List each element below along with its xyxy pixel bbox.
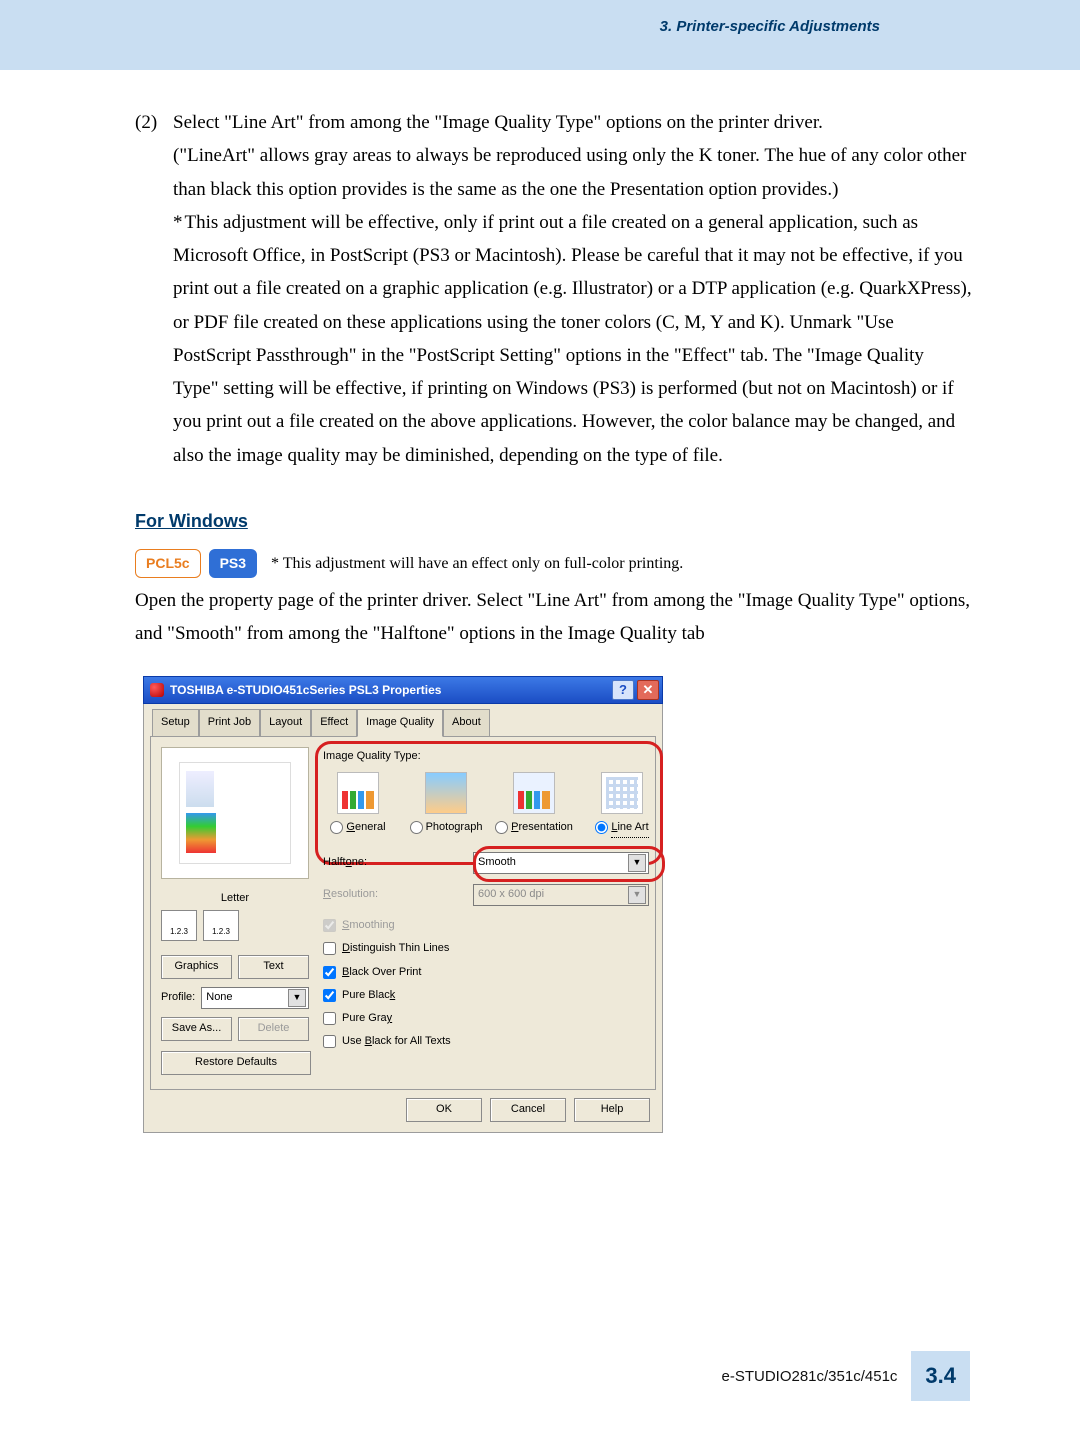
note-block: *This adjustment will be effective, only… xyxy=(173,206,972,472)
page-icon[interactable]: 1.2.3 xyxy=(161,910,197,941)
checkbox-smoothing: Smoothing xyxy=(323,916,657,935)
tab-setup[interactable]: Setup xyxy=(152,709,199,736)
dialog-title: TOSHIBA e-STUDIO451cSeries PSL3 Properti… xyxy=(170,680,612,701)
tab-image-quality[interactable]: Image Quality xyxy=(357,709,443,736)
chip-ps3: PS3 xyxy=(209,549,257,578)
step-block: (2)Select "Line Art" from among the "Ima… xyxy=(135,106,972,472)
properties-dialog: TOSHIBA e-STUDIO451cSeries PSL3 Properti… xyxy=(143,676,663,1133)
delete-button: Delete xyxy=(238,1017,309,1041)
right-column: Image Quality Type: GGeneraleneral Photo… xyxy=(323,747,657,1075)
chevron-down-icon: ▼ xyxy=(628,854,646,872)
left-column: Letter 1.2.3 1.2.3 Graphics Text Profile… xyxy=(161,747,309,1075)
help-button[interactable]: ? xyxy=(612,680,634,700)
image-quality-type-label: Image Quality Type: xyxy=(323,747,657,766)
checkbox-black-over-print[interactable]: Black Over Print xyxy=(323,963,657,982)
dialog-footer: OK Cancel Help xyxy=(150,1090,656,1122)
checkbox-distinguish-thin-lines[interactable]: Distinguish Thin Lines xyxy=(323,939,657,958)
ok-button[interactable]: OK xyxy=(406,1098,482,1122)
restore-defaults-button[interactable]: Restore Defaults xyxy=(161,1051,311,1075)
radio-photograph[interactable]: Photograph xyxy=(410,818,483,837)
instruction-paragraph: Open the property page of the printer dr… xyxy=(135,584,972,651)
footer-page-number: 3.4 xyxy=(911,1351,970,1401)
page-header: 3. Printer-specific Adjustments xyxy=(0,0,1080,70)
iq-photo-icon xyxy=(425,772,467,814)
dialog-body: Setup Print Job Layout Effect Image Qual… xyxy=(143,704,663,1133)
graphics-button[interactable]: Graphics xyxy=(161,955,232,979)
halftone-label: Halftone: xyxy=(323,853,463,872)
profile-combo[interactable]: None ▼ xyxy=(201,987,309,1009)
checkbox-pure-black[interactable]: Pure Black xyxy=(323,986,657,1005)
iq-presentation-icon xyxy=(513,772,555,814)
profile-label: Profile: xyxy=(161,988,195,1007)
paper-icons: 1.2.3 1.2.3 xyxy=(161,910,309,941)
step-text-1: Select "Line Art" from among the "Image … xyxy=(173,112,823,133)
footer-model: e-STUDIO281c/351c/451c xyxy=(721,1368,897,1385)
chip-note: * This adjustment will have an effect on… xyxy=(271,550,683,578)
cancel-button[interactable]: Cancel xyxy=(490,1098,566,1122)
chevron-down-icon: ▼ xyxy=(628,886,646,904)
chips-row: PCL5c PS3 * This adjustment will have an… xyxy=(135,549,972,578)
iq-lineart-icon xyxy=(601,772,643,814)
tab-about[interactable]: About xyxy=(443,709,490,736)
halftone-combo[interactable]: Smooth ▼ xyxy=(473,852,649,874)
profile-value: None xyxy=(206,988,232,1007)
tab-layout[interactable]: Layout xyxy=(260,709,311,736)
for-windows-heading: For Windows xyxy=(135,506,972,538)
halftone-value: Smooth xyxy=(478,853,516,872)
section-title: 3. Printer-specific Adjustments xyxy=(660,18,880,35)
text-button[interactable]: Text xyxy=(238,955,309,979)
radio-general[interactable]: GGeneraleneral xyxy=(330,818,385,837)
tab-effect[interactable]: Effect xyxy=(311,709,357,736)
image-quality-options: GGeneraleneral Photograph Presentation xyxy=(323,772,657,838)
step-text-2: ("LineArt" allows gray areas to always b… xyxy=(173,139,972,206)
close-button[interactable]: ✕ xyxy=(637,680,659,700)
note-star: * xyxy=(173,212,183,233)
preview-box xyxy=(161,747,309,879)
page-icon[interactable]: 1.2.3 xyxy=(203,910,239,941)
paper-size-label: Letter xyxy=(161,889,309,908)
resolution-label: Resolution: xyxy=(323,885,463,904)
note-body: This adjustment will be effective, only … xyxy=(173,212,972,466)
save-as-button[interactable]: Save As... xyxy=(161,1017,232,1041)
radio-presentation[interactable]: Presentation xyxy=(495,818,573,837)
chip-pcl5c: PCL5c xyxy=(135,549,201,578)
radio-line-art[interactable]: Line Art xyxy=(595,818,648,838)
titlebar[interactable]: TOSHIBA e-STUDIO451cSeries PSL3 Properti… xyxy=(143,676,663,704)
tab-panel: Letter 1.2.3 1.2.3 Graphics Text Profile… xyxy=(150,736,656,1090)
content-area: (2)Select "Line Art" from among the "Ima… xyxy=(0,70,1080,1133)
step-number: (2) xyxy=(135,106,173,139)
checkbox-pure-gray[interactable]: Pure Gray xyxy=(323,1009,657,1028)
page-footer: e-STUDIO281c/351c/451c 3.4 xyxy=(721,1351,970,1401)
tab-printjob[interactable]: Print Job xyxy=(199,709,260,736)
app-icon xyxy=(150,683,164,697)
resolution-value: 600 x 600 dpi xyxy=(478,885,544,904)
chevron-down-icon: ▼ xyxy=(288,989,306,1007)
tab-strip: Setup Print Job Layout Effect Image Qual… xyxy=(152,708,656,735)
iq-general-icon xyxy=(337,772,379,814)
resolution-combo: 600 x 600 dpi ▼ xyxy=(473,884,649,906)
help-button[interactable]: Help xyxy=(574,1098,650,1122)
checkbox-use-black-all-texts[interactable]: Use Black for All Texts xyxy=(323,1032,657,1051)
